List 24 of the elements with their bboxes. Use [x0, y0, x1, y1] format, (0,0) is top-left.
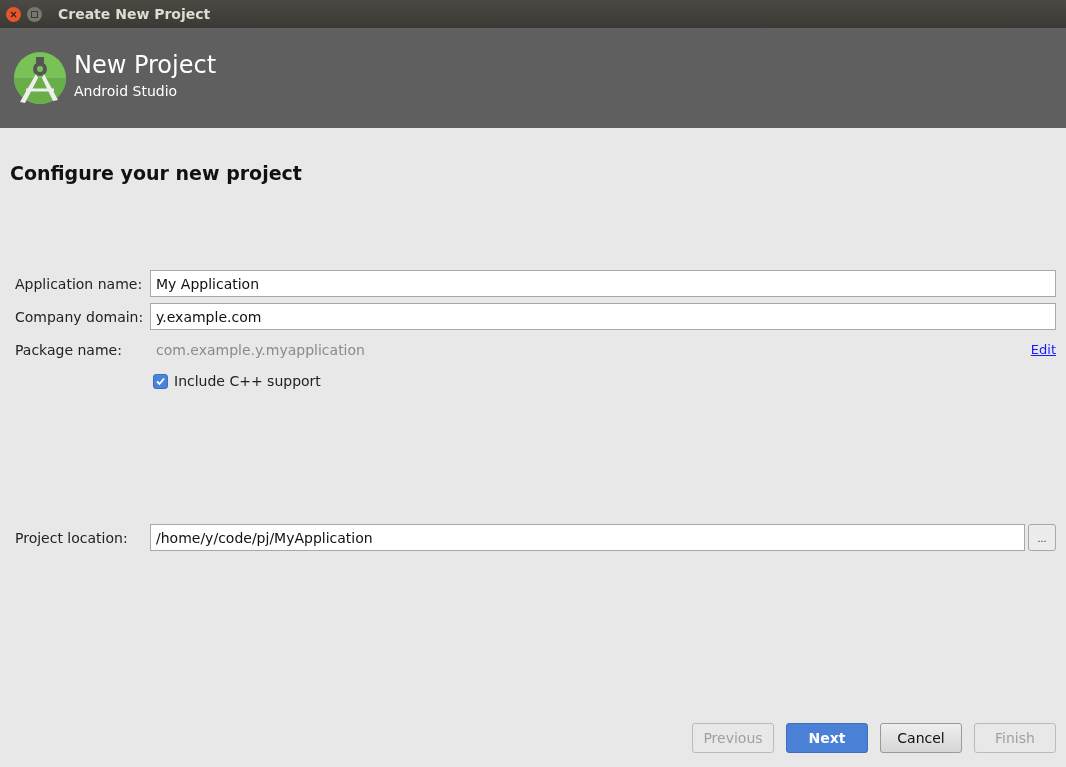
- android-studio-logo-icon: [12, 50, 68, 106]
- close-button[interactable]: [6, 6, 21, 22]
- checkbox-label: Include C++ support: [174, 373, 321, 389]
- dialog-button[interactable]: Next: [786, 723, 868, 753]
- dialog-button[interactable]: Cancel: [880, 723, 962, 753]
- field-label: Application name:: [15, 275, 144, 292]
- field-label: Company domain:: [15, 308, 145, 325]
- edit-link[interactable]: Edit: [1030, 342, 1056, 357]
- checkbox[interactable]: [153, 373, 168, 389]
- checkmark-icon: [156, 376, 165, 386]
- window-title: Create New Project: [58, 6, 211, 22]
- maximize-icon: [31, 10, 38, 18]
- package-name-value: com.example.y.myapplication: [155, 341, 366, 358]
- input-field[interactable]: /home/y/code/pj/MyApplication: [150, 524, 1025, 551]
- input-field[interactable]: y.example.com: [150, 303, 1056, 330]
- header-subtitle: Android Studio: [74, 83, 179, 99]
- page-title: Configure your new project: [10, 162, 303, 184]
- maximize-button[interactable]: [27, 6, 42, 22]
- close-icon: [10, 10, 17, 18]
- field-label: Package name:: [15, 341, 123, 358]
- header-title: New Project: [74, 51, 217, 79]
- field-label: Project location:: [15, 529, 129, 546]
- input-field[interactable]: My Application: [150, 270, 1056, 297]
- browse-button[interactable]: ...: [1028, 524, 1056, 551]
